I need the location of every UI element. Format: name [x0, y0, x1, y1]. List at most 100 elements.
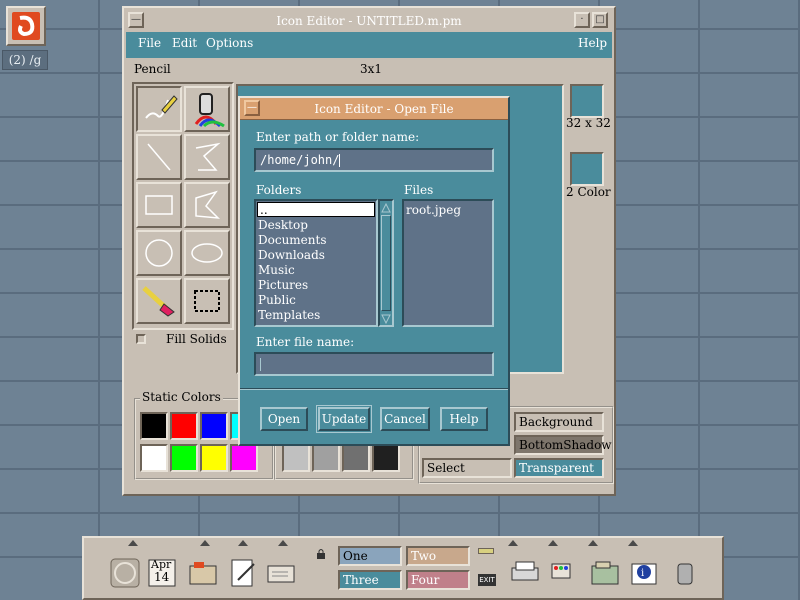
grid-size-label: 3x1 — [360, 62, 383, 76]
subpanel-arrow-icon[interactable] — [278, 540, 288, 546]
open-button[interactable]: Open — [260, 407, 308, 431]
list-item[interactable]: Templates — [256, 308, 376, 323]
subpanel-arrow-icon[interactable] — [628, 540, 638, 546]
text-editor-icon[interactable] — [226, 556, 260, 590]
title-bar[interactable]: — Icon Editor - UNTITLED.m.pm · □ — [126, 10, 612, 32]
preview-large-label: 32 x 32 — [566, 116, 611, 130]
workspace-button-three[interactable]: Three — [338, 570, 402, 590]
color-swatch-gray-4[interactable] — [372, 444, 400, 472]
menu-options[interactable]: Options — [206, 36, 253, 50]
preview-large — [570, 84, 604, 118]
dialog-menu-button[interactable]: — — [244, 100, 260, 116]
preview-small — [570, 152, 604, 186]
window-title: Icon Editor - UNTITLED.m.pm — [276, 14, 462, 28]
filename-label: Enter file name: — [256, 335, 355, 349]
subpanel-arrow-icon[interactable] — [200, 540, 210, 546]
lock-icon[interactable] — [316, 548, 326, 560]
filename-input[interactable] — [254, 352, 494, 376]
color-swatch-blue[interactable] — [200, 412, 228, 440]
rectangle-tool-icon[interactable] — [136, 182, 182, 228]
terminal-app-icon[interactable] — [6, 6, 46, 46]
color-swatch-red[interactable] — [170, 412, 198, 440]
select-tool-icon[interactable] — [184, 278, 230, 324]
help-manager-icon[interactable]: i — [628, 556, 662, 590]
subpanel-arrow-icon[interactable] — [548, 540, 558, 546]
list-item[interactable]: Music — [256, 263, 376, 278]
folders-label: Folders — [256, 183, 302, 197]
text-cursor — [339, 154, 341, 167]
exit-button[interactable]: EXIT — [478, 574, 496, 586]
dialog-title-bar[interactable]: — Icon Editor - Open File — [240, 98, 508, 120]
color-swatch-gray-1[interactable] — [282, 444, 310, 472]
color-swatch-green[interactable] — [170, 444, 198, 472]
path-input[interactable]: /home/john/ — [254, 148, 494, 172]
transparent-color-button[interactable]: Transparent — [514, 458, 604, 478]
list-item[interactable]: .. — [257, 202, 375, 217]
circle-tool-icon[interactable] — [136, 230, 182, 276]
list-item[interactable]: Documents — [256, 233, 376, 248]
clock-icon[interactable] — [108, 556, 142, 590]
list-item[interactable]: Pictures — [256, 278, 376, 293]
desktop-icon-label[interactable]: (2) /g — [2, 50, 48, 70]
dialog-title: Icon Editor - Open File — [314, 102, 454, 116]
fill-solids-checkbox[interactable] — [136, 334, 146, 344]
ellipse-tool-icon[interactable] — [184, 230, 230, 276]
current-tool-label: Pencil — [134, 62, 171, 76]
polygon-tool-icon[interactable] — [184, 182, 230, 228]
color-swatch-black[interactable] — [140, 412, 168, 440]
window-menu-button[interactable]: — — [128, 12, 144, 28]
workspace-button-one[interactable]: One — [338, 546, 402, 566]
color-swatch-magenta[interactable] — [230, 444, 258, 472]
pencil-tool-icon[interactable] — [136, 86, 182, 132]
subpanel-arrow-icon[interactable] — [508, 540, 518, 546]
subpanel-arrow-icon[interactable] — [128, 540, 138, 546]
bottom-shadow-color-button[interactable]: BottomShadow — [514, 435, 612, 455]
busy-light-icon — [478, 548, 494, 554]
style-manager-icon[interactable] — [548, 556, 582, 590]
tool-palette — [132, 82, 234, 330]
folders-scrollbar[interactable] — [378, 199, 394, 327]
menu-file[interactable]: File — [138, 36, 161, 50]
static-colors-label: Static Colors — [140, 390, 223, 404]
cancel-button[interactable]: Cancel — [380, 407, 430, 431]
path-input-value: /home/john/ — [260, 153, 340, 167]
help-button[interactable]: Help — [440, 407, 488, 431]
list-item[interactable]: Downloads — [256, 248, 376, 263]
open-file-dialog: — Icon Editor - Open File Enter path or … — [238, 96, 510, 446]
files-list[interactable]: root.jpeg — [402, 199, 494, 327]
application-manager-icon[interactable] — [588, 556, 622, 590]
workspace-button-two[interactable]: Two — [406, 546, 470, 566]
menu-help[interactable]: Help — [578, 36, 607, 50]
printer-icon[interactable] — [508, 556, 542, 590]
fill-solids-label: Fill Solids — [166, 332, 227, 346]
scroll-down-arrow-icon[interactable] — [381, 313, 391, 325]
color-swatch-gray-3[interactable] — [342, 444, 370, 472]
scroll-thumb[interactable] — [381, 215, 391, 311]
text-cursor — [260, 358, 261, 371]
spray-tool-icon[interactable] — [184, 86, 230, 132]
workspace-button-four[interactable]: Four — [406, 570, 470, 590]
color-swatch-yellow[interactable] — [200, 444, 228, 472]
select-color-button[interactable]: Select — [422, 458, 512, 478]
trash-icon[interactable] — [668, 556, 702, 590]
color-swatch-gray-2[interactable] — [312, 444, 340, 472]
list-item[interactable]: Desktop — [256, 218, 376, 233]
subpanel-arrow-icon[interactable] — [238, 540, 248, 546]
calendar-icon[interactable]: Apr 14 — [146, 556, 180, 590]
update-button[interactable]: Update — [316, 405, 372, 433]
scroll-up-arrow-icon[interactable] — [381, 202, 391, 213]
list-item[interactable]: root.jpeg — [404, 203, 492, 218]
minimize-button[interactable]: · — [574, 12, 590, 28]
menu-edit[interactable]: Edit — [172, 36, 197, 50]
maximize-button[interactable]: □ — [592, 12, 608, 28]
list-item[interactable]: Public — [256, 293, 376, 308]
file-manager-icon[interactable] — [186, 556, 220, 590]
eraser-tool-icon[interactable] — [136, 278, 182, 324]
background-color-button[interactable]: Background — [514, 412, 604, 432]
line-tool-icon[interactable] — [136, 134, 182, 180]
color-swatch-white[interactable] — [140, 444, 168, 472]
folders-list[interactable]: .. Desktop Documents Downloads Music Pic… — [254, 199, 378, 327]
mailer-icon[interactable] — [264, 556, 298, 590]
subpanel-arrow-icon[interactable] — [588, 540, 598, 546]
polyline-tool-icon[interactable] — [184, 134, 230, 180]
